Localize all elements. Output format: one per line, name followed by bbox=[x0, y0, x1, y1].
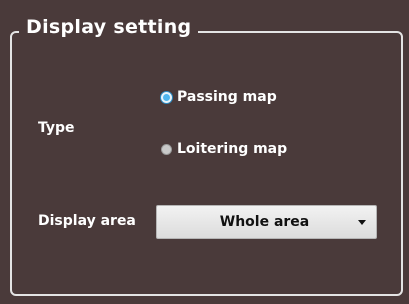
radio-loitering-map[interactable]: Loitering map bbox=[161, 141, 287, 157]
radio-selected-icon bbox=[161, 91, 172, 103]
display-setting-panel bbox=[10, 31, 403, 296]
display-area-value: Whole area bbox=[219, 214, 310, 230]
caret-down-icon bbox=[358, 219, 366, 225]
radio-passing-map[interactable]: Passing map bbox=[161, 89, 277, 105]
display-area-label: Display area bbox=[38, 213, 136, 229]
radio-unselected-icon bbox=[161, 143, 172, 155]
radio-label: Passing map bbox=[177, 89, 277, 105]
display-area-select[interactable]: Whole area bbox=[156, 205, 377, 239]
type-label: Type bbox=[38, 120, 75, 136]
radio-label: Loitering map bbox=[177, 141, 288, 157]
panel-title: Display setting bbox=[19, 16, 199, 38]
